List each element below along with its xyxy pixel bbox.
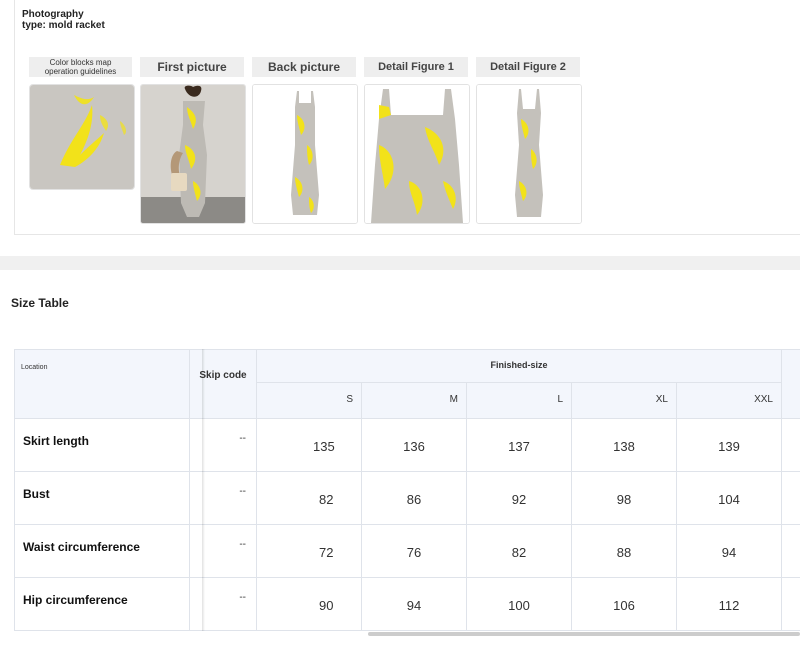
row-label-bust: Bust: [14, 472, 190, 525]
label-first-picture: First picture: [140, 57, 244, 77]
overflow-column-cell: [782, 419, 800, 472]
label-back-picture: Back picture: [252, 57, 356, 77]
table-cell: 135: [257, 419, 362, 472]
size-table-title: Size Table: [11, 296, 69, 310]
row-label-waist-circumference: Waist circumference: [14, 525, 190, 578]
overflow-column-cell: [782, 472, 800, 525]
row-label-hip-circumference: Hip circumference: [14, 578, 190, 631]
overflow-column-cell: [782, 525, 800, 578]
photography-title: Photography type: mold racket: [22, 9, 105, 31]
table-cell: 98: [572, 472, 677, 525]
color-swatch-image[interactable]: [29, 84, 135, 190]
skip-code-cell: --: [190, 472, 257, 525]
detail-figure-2-image[interactable]: [476, 84, 582, 224]
photography-heading: Photography: [22, 9, 84, 20]
size-header-xl: XL: [572, 383, 677, 419]
horizontal-scrollbar[interactable]: [368, 632, 800, 636]
table-cell: 104: [677, 472, 782, 525]
frozen-column-shadow: [202, 349, 205, 631]
table-cell: 94: [677, 525, 782, 578]
table-cell: 72: [257, 525, 362, 578]
label-detail-figure-2: Detail Figure 2: [476, 57, 580, 77]
table-cell: 137: [467, 419, 572, 472]
table-cell: 139: [677, 419, 782, 472]
detail-figure-1-image[interactable]: [364, 84, 470, 224]
back-picture-image[interactable]: [252, 84, 358, 224]
skip-code-header: Skip code: [190, 349, 257, 419]
skip-code-cell: --: [190, 525, 257, 578]
table-cell: 106: [572, 578, 677, 631]
table-cell: 100: [467, 578, 572, 631]
table-cell: 86: [362, 472, 467, 525]
first-picture-image[interactable]: [140, 84, 246, 224]
row-label-skirt-length: Skirt length: [14, 419, 190, 472]
overflow-column-cell: [782, 578, 800, 631]
table-cell: 82: [467, 525, 572, 578]
table-cell: 88: [572, 525, 677, 578]
section-separator: [0, 256, 800, 270]
table-cell: 82: [257, 472, 362, 525]
location-header: Location: [14, 349, 190, 419]
size-header-m: M: [362, 383, 467, 419]
size-header-l: L: [467, 383, 572, 419]
skip-code-cell: --: [190, 578, 257, 631]
photography-type: type: mold racket: [22, 20, 105, 31]
table-cell: 92: [467, 472, 572, 525]
skip-code-cell: --: [190, 419, 257, 472]
label-color-blocks: Color blocks map operation guidelines: [29, 57, 132, 77]
table-cell: 90: [257, 578, 362, 631]
table-cell: 76: [362, 525, 467, 578]
label-color-blocks-line1: Color blocks map: [49, 58, 112, 67]
table-cell: 136: [362, 419, 467, 472]
label-detail-figure-1: Detail Figure 1: [364, 57, 468, 77]
size-table: Location Skip code Finished-size S M L X…: [14, 349, 800, 632]
table-cell: 138: [572, 419, 677, 472]
finished-size-header: Finished-size: [257, 349, 782, 383]
table-cell: 112: [677, 578, 782, 631]
table-cell: 94: [362, 578, 467, 631]
size-header-s: S: [257, 383, 362, 419]
size-header-xxl: XXL: [677, 383, 782, 419]
label-color-blocks-line2: operation guidelines: [44, 67, 117, 76]
overflow-column-header: [782, 349, 800, 419]
photography-panel: Photography type: mold racket Color bloc…: [0, 0, 800, 238]
